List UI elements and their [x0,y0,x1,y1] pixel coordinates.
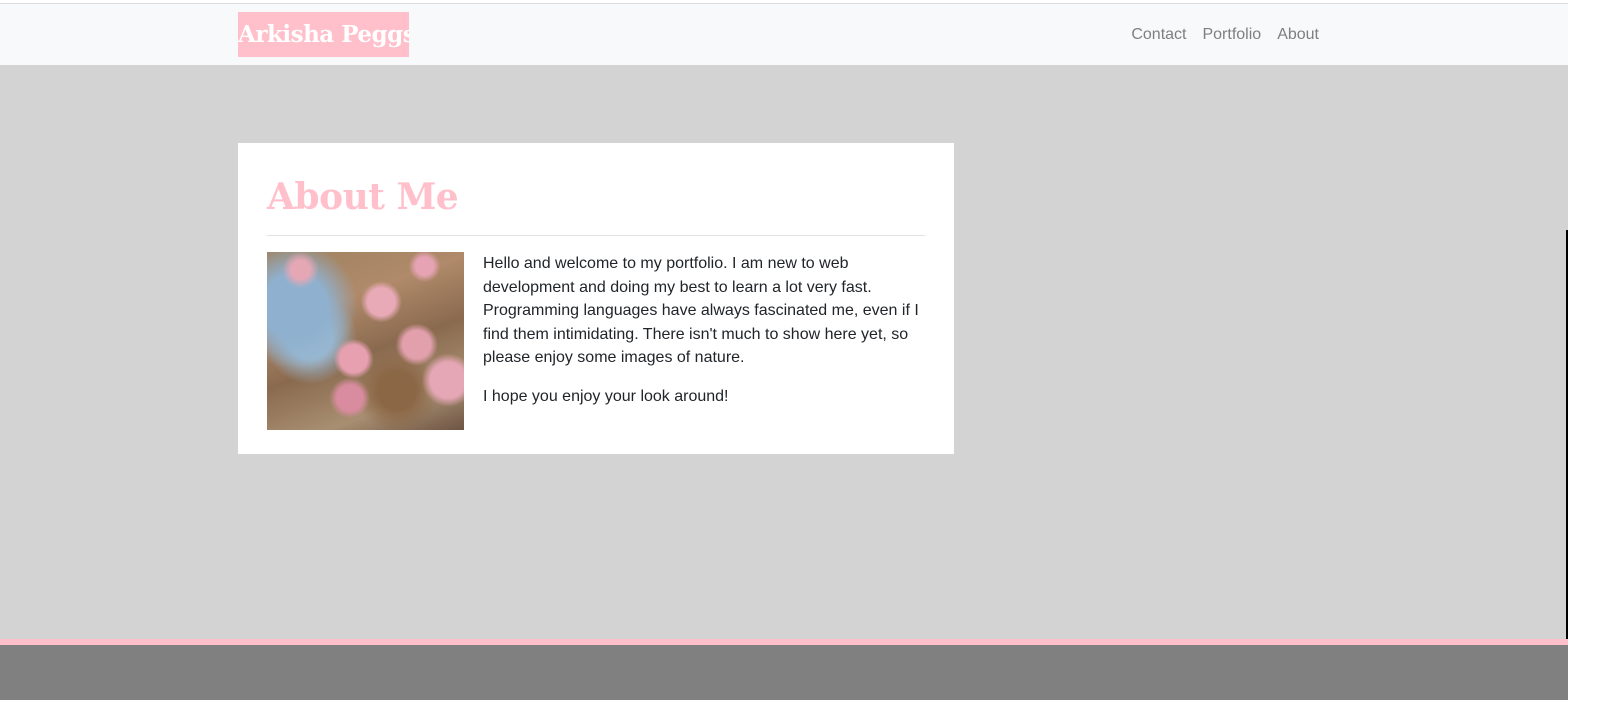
bottom-edge [0,700,1568,714]
nav-link-portfolio[interactable]: Portfolio [1202,26,1261,44]
heading-divider [267,235,925,236]
page: Arkisha Peggs Contact Portfolio About Ab… [0,0,1568,714]
nav-link-about[interactable]: About [1277,26,1319,44]
about-text: Hello and welcome to my portfolio. I am … [483,252,923,423]
window-margin [1568,0,1599,714]
navbar: Arkisha Peggs Contact Portfolio About [0,4,1568,65]
footer [0,645,1568,700]
nav-links: Contact Portfolio About [1115,4,1319,65]
about-paragraph-closing: I hope you enjoy your look around! [483,387,729,405]
about-card: About Me Hello and welcome to my portfol… [238,143,954,454]
brand-logo-link[interactable]: Arkisha Peggs [238,12,409,57]
about-heading: About Me [267,176,459,218]
nav-link-contact[interactable]: Contact [1131,26,1186,44]
main-content: About Me Hello and welcome to my portfol… [0,65,1568,639]
profile-photo [267,252,464,430]
about-paragraph-intro: Hello and welcome to my portfolio. I am … [483,255,919,366]
